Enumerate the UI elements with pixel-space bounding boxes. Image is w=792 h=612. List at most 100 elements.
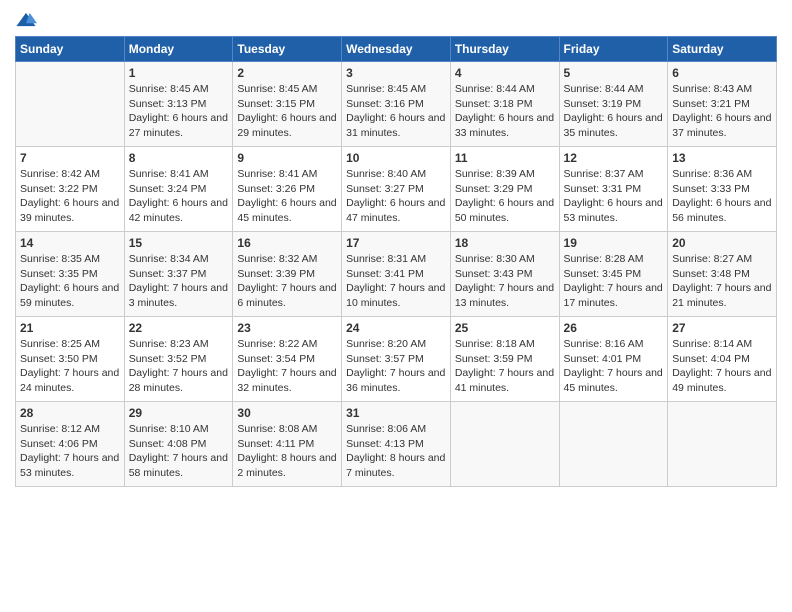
header-day-saturday: Saturday <box>668 37 777 62</box>
day-cell: 30Sunrise: 8:08 AMSunset: 4:11 PMDayligh… <box>233 402 342 487</box>
day-number: 20 <box>672 236 772 250</box>
sunset: Sunset: 3:52 PM <box>129 352 229 367</box>
sunset: Sunset: 3:19 PM <box>564 97 664 112</box>
day-cell: 20Sunrise: 8:27 AMSunset: 3:48 PMDayligh… <box>668 232 777 317</box>
sunset: Sunset: 4:11 PM <box>237 437 337 452</box>
sunset: Sunset: 3:31 PM <box>564 182 664 197</box>
day-number: 11 <box>455 151 555 165</box>
sunrise: Sunrise: 8:40 AM <box>346 167 446 182</box>
daylight: Daylight: 7 hours and 3 minutes. <box>129 281 229 310</box>
header-day-monday: Monday <box>124 37 233 62</box>
daylight: Daylight: 6 hours and 45 minutes. <box>237 196 337 225</box>
day-number: 6 <box>672 66 772 80</box>
sunset: Sunset: 4:06 PM <box>20 437 120 452</box>
sunrise: Sunrise: 8:31 AM <box>346 252 446 267</box>
daylight: Daylight: 8 hours and 7 minutes. <box>346 451 446 480</box>
sunset: Sunset: 3:13 PM <box>129 97 229 112</box>
sunset: Sunset: 3:54 PM <box>237 352 337 367</box>
sunrise: Sunrise: 8:45 AM <box>346 82 446 97</box>
day-number: 9 <box>237 151 337 165</box>
week-row-1: 1Sunrise: 8:45 AMSunset: 3:13 PMDaylight… <box>16 62 777 147</box>
sunrise: Sunrise: 8:10 AM <box>129 422 229 437</box>
sunrise: Sunrise: 8:28 AM <box>564 252 664 267</box>
sunrise: Sunrise: 8:41 AM <box>237 167 337 182</box>
sunset: Sunset: 3:59 PM <box>455 352 555 367</box>
day-number: 24 <box>346 321 446 335</box>
day-number: 18 <box>455 236 555 250</box>
header-day-sunday: Sunday <box>16 37 125 62</box>
day-number: 10 <box>346 151 446 165</box>
daylight: Daylight: 7 hours and 17 minutes. <box>564 281 664 310</box>
daylight: Daylight: 7 hours and 13 minutes. <box>455 281 555 310</box>
sunset: Sunset: 3:35 PM <box>20 267 120 282</box>
day-cell: 24Sunrise: 8:20 AMSunset: 3:57 PMDayligh… <box>342 317 451 402</box>
calendar-header-row: SundayMondayTuesdayWednesdayThursdayFrid… <box>16 37 777 62</box>
sunset: Sunset: 3:27 PM <box>346 182 446 197</box>
daylight: Daylight: 6 hours and 47 minutes. <box>346 196 446 225</box>
daylight: Daylight: 6 hours and 56 minutes. <box>672 196 772 225</box>
week-row-5: 28Sunrise: 8:12 AMSunset: 4:06 PMDayligh… <box>16 402 777 487</box>
day-number: 7 <box>20 151 120 165</box>
sunset: Sunset: 3:50 PM <box>20 352 120 367</box>
day-number: 19 <box>564 236 664 250</box>
daylight: Daylight: 6 hours and 27 minutes. <box>129 111 229 140</box>
daylight: Daylight: 6 hours and 37 minutes. <box>672 111 772 140</box>
sunset: Sunset: 3:45 PM <box>564 267 664 282</box>
daylight: Daylight: 7 hours and 24 minutes. <box>20 366 120 395</box>
calendar-table: SundayMondayTuesdayWednesdayThursdayFrid… <box>15 36 777 487</box>
day-number: 30 <box>237 406 337 420</box>
sunrise: Sunrise: 8:39 AM <box>455 167 555 182</box>
daylight: Daylight: 7 hours and 21 minutes. <box>672 281 772 310</box>
daylight: Daylight: 6 hours and 29 minutes. <box>237 111 337 140</box>
day-number: 27 <box>672 321 772 335</box>
sunset: Sunset: 3:18 PM <box>455 97 555 112</box>
day-cell <box>668 402 777 487</box>
sunrise: Sunrise: 8:22 AM <box>237 337 337 352</box>
day-cell: 11Sunrise: 8:39 AMSunset: 3:29 PMDayligh… <box>450 147 559 232</box>
sunrise: Sunrise: 8:37 AM <box>564 167 664 182</box>
day-number: 8 <box>129 151 229 165</box>
daylight: Daylight: 6 hours and 50 minutes. <box>455 196 555 225</box>
sunrise: Sunrise: 8:34 AM <box>129 252 229 267</box>
day-cell: 7Sunrise: 8:42 AMSunset: 3:22 PMDaylight… <box>16 147 125 232</box>
day-cell: 23Sunrise: 8:22 AMSunset: 3:54 PMDayligh… <box>233 317 342 402</box>
sunrise: Sunrise: 8:36 AM <box>672 167 772 182</box>
sunset: Sunset: 3:48 PM <box>672 267 772 282</box>
sunrise: Sunrise: 8:06 AM <box>346 422 446 437</box>
day-cell: 31Sunrise: 8:06 AMSunset: 4:13 PMDayligh… <box>342 402 451 487</box>
header-day-tuesday: Tuesday <box>233 37 342 62</box>
sunrise: Sunrise: 8:20 AM <box>346 337 446 352</box>
daylight: Daylight: 6 hours and 42 minutes. <box>129 196 229 225</box>
day-cell: 17Sunrise: 8:31 AMSunset: 3:41 PMDayligh… <box>342 232 451 317</box>
daylight: Daylight: 7 hours and 53 minutes. <box>20 451 120 480</box>
day-cell <box>16 62 125 147</box>
daylight: Daylight: 7 hours and 49 minutes. <box>672 366 772 395</box>
sunset: Sunset: 3:41 PM <box>346 267 446 282</box>
daylight: Daylight: 6 hours and 53 minutes. <box>564 196 664 225</box>
sunrise: Sunrise: 8:16 AM <box>564 337 664 352</box>
day-number: 12 <box>564 151 664 165</box>
sunset: Sunset: 3:43 PM <box>455 267 555 282</box>
day-cell: 26Sunrise: 8:16 AMSunset: 4:01 PMDayligh… <box>559 317 668 402</box>
daylight: Daylight: 7 hours and 36 minutes. <box>346 366 446 395</box>
sunset: Sunset: 4:13 PM <box>346 437 446 452</box>
sunrise: Sunrise: 8:44 AM <box>564 82 664 97</box>
sunset: Sunset: 3:16 PM <box>346 97 446 112</box>
day-number: 14 <box>20 236 120 250</box>
sunrise: Sunrise: 8:44 AM <box>455 82 555 97</box>
sunset: Sunset: 4:04 PM <box>672 352 772 367</box>
sunset: Sunset: 4:01 PM <box>564 352 664 367</box>
day-cell: 22Sunrise: 8:23 AMSunset: 3:52 PMDayligh… <box>124 317 233 402</box>
day-cell: 4Sunrise: 8:44 AMSunset: 3:18 PMDaylight… <box>450 62 559 147</box>
day-number: 13 <box>672 151 772 165</box>
daylight: Daylight: 7 hours and 41 minutes. <box>455 366 555 395</box>
sunset: Sunset: 3:24 PM <box>129 182 229 197</box>
daylight: Daylight: 8 hours and 2 minutes. <box>237 451 337 480</box>
day-cell: 21Sunrise: 8:25 AMSunset: 3:50 PMDayligh… <box>16 317 125 402</box>
sunset: Sunset: 3:21 PM <box>672 97 772 112</box>
day-cell: 6Sunrise: 8:43 AMSunset: 3:21 PMDaylight… <box>668 62 777 147</box>
sunset: Sunset: 3:37 PM <box>129 267 229 282</box>
day-cell: 10 Sunrise: 8:40 AMSunset: 3:27 PMDayligh… <box>342 147 451 232</box>
day-cell: 28Sunrise: 8:12 AMSunset: 4:06 PMDayligh… <box>16 402 125 487</box>
day-number: 2 <box>237 66 337 80</box>
